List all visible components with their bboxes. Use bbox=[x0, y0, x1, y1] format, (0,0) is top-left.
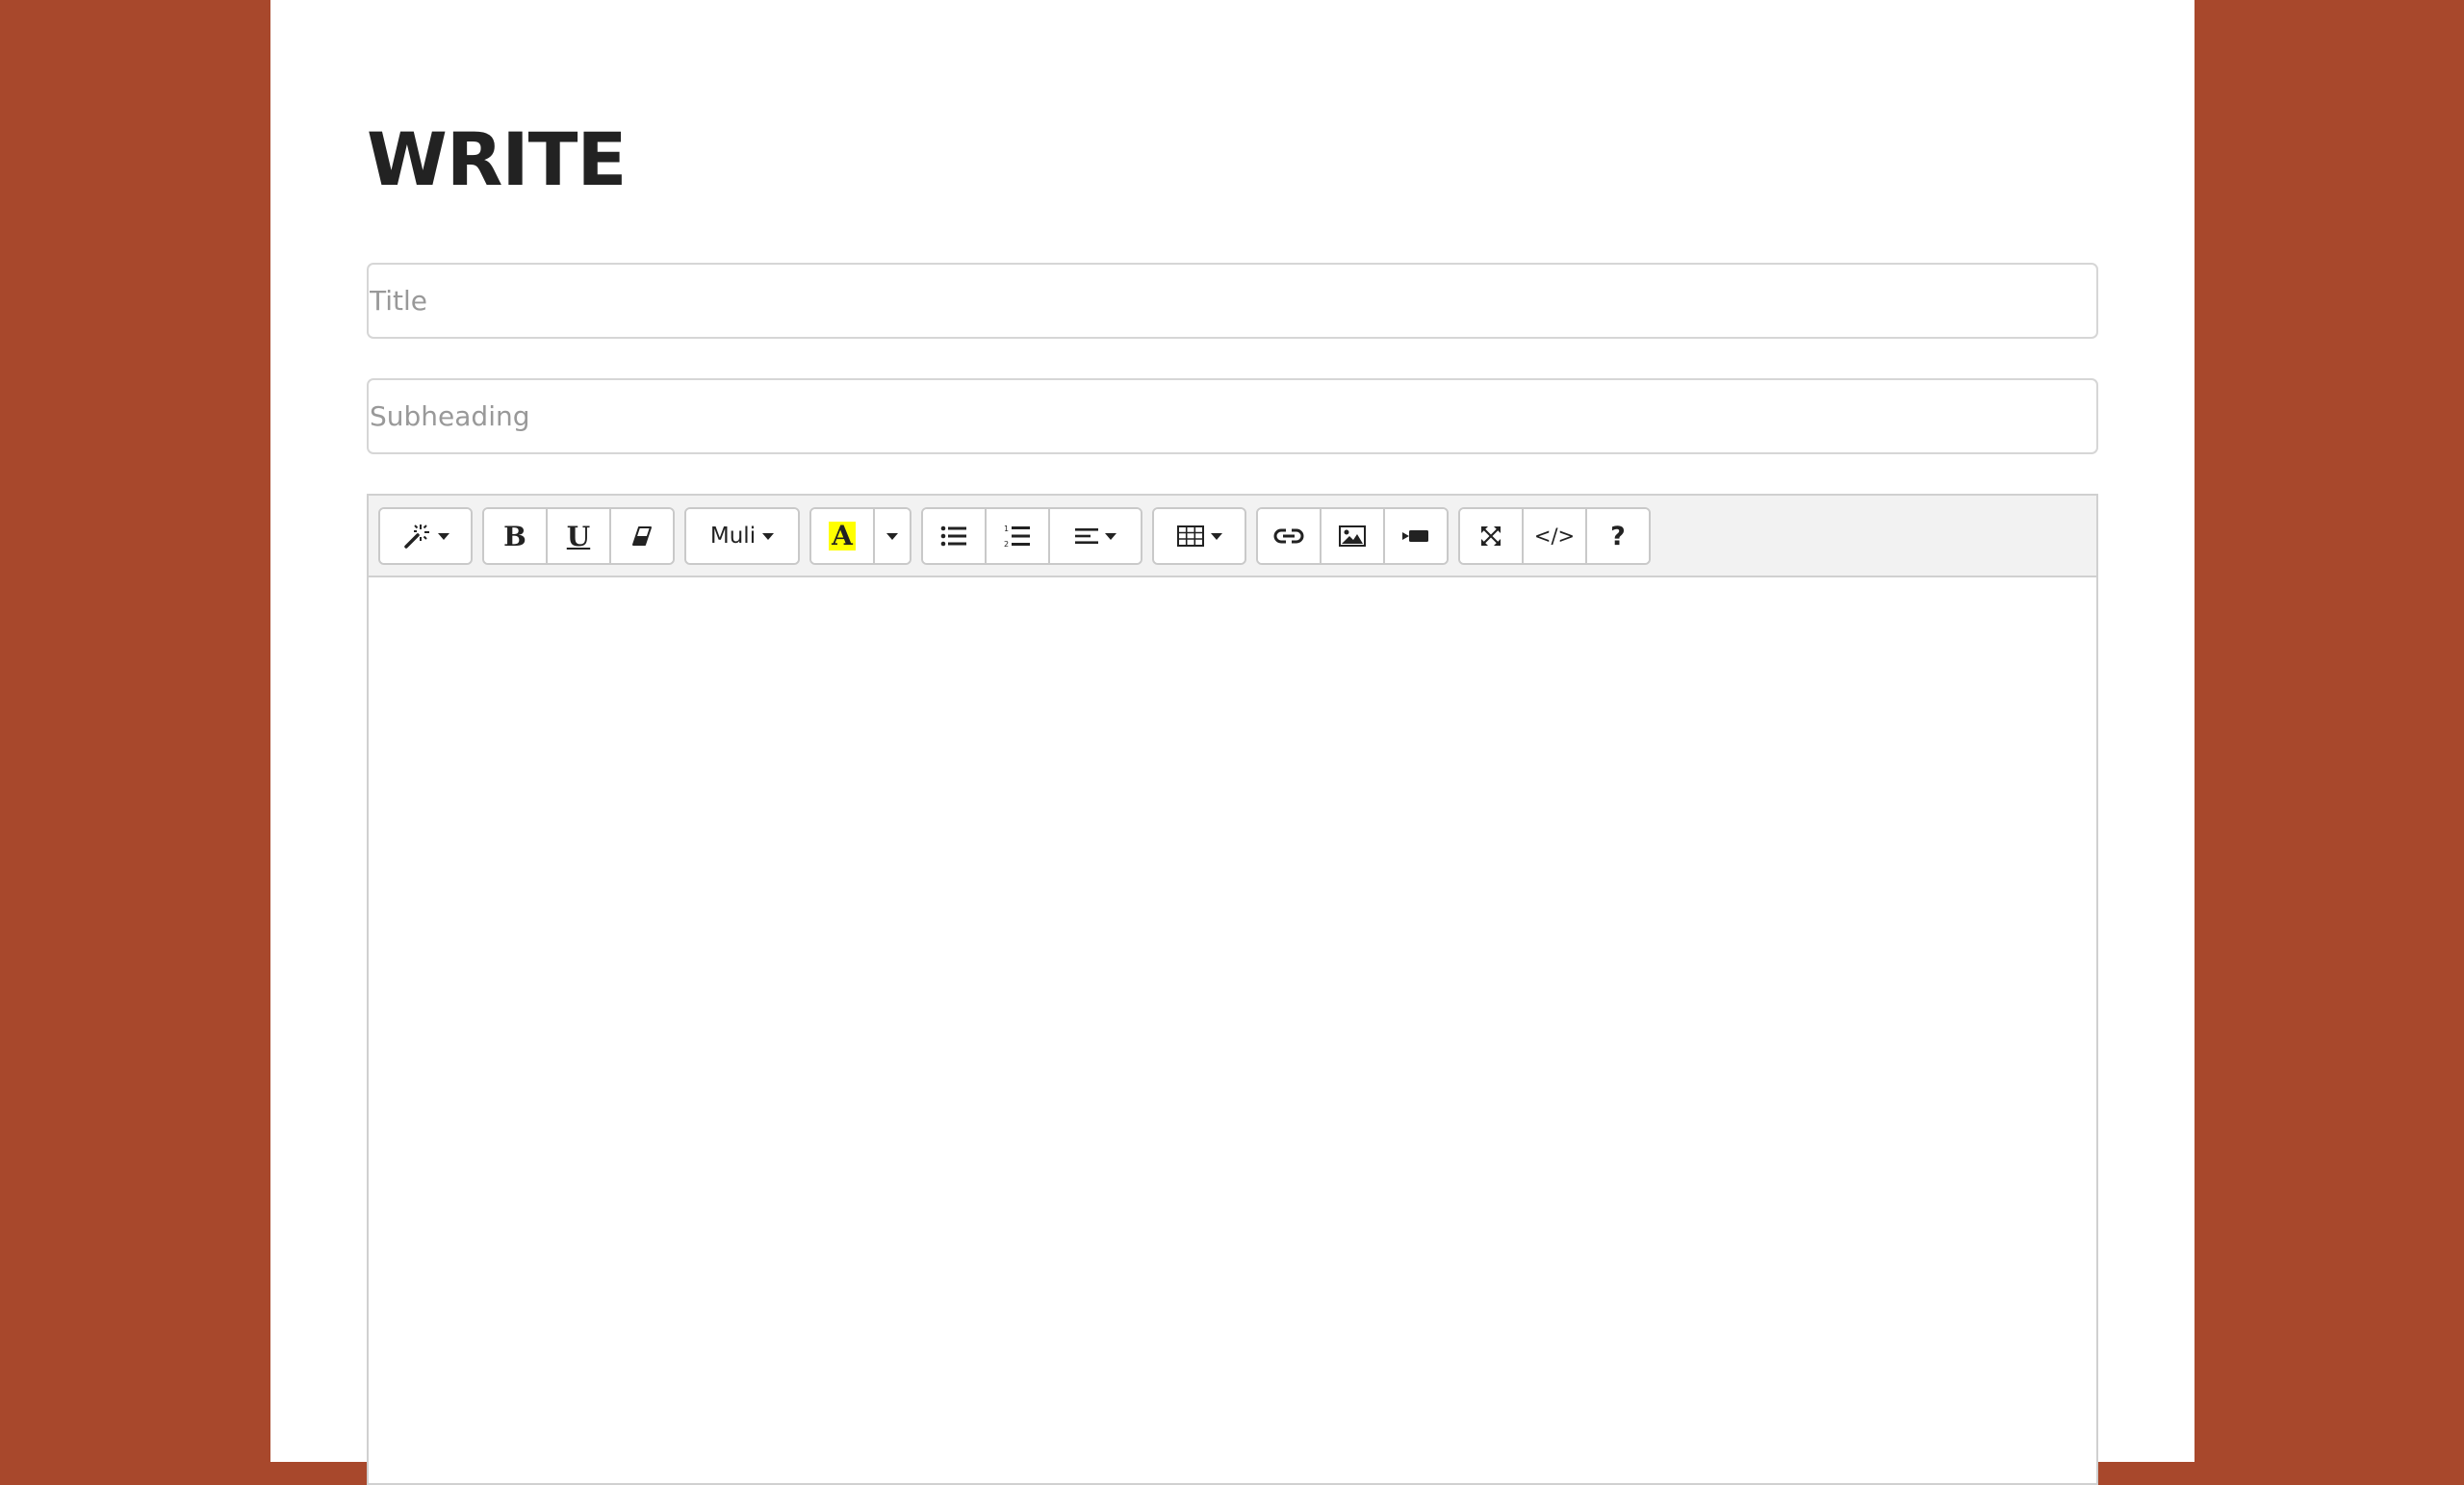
image-icon bbox=[1339, 525, 1366, 547]
font-family-dropdown[interactable]: Muli bbox=[686, 509, 798, 563]
bold-icon: B bbox=[503, 520, 526, 552]
clear-format-button[interactable] bbox=[611, 509, 673, 563]
paragraph-group: 1 2 bbox=[921, 507, 1142, 565]
magic-wand-icon bbox=[402, 522, 431, 550]
highlight-color-icon: A bbox=[829, 522, 856, 550]
svg-text:1: 1 bbox=[1004, 525, 1009, 533]
eraser-icon bbox=[630, 525, 654, 548]
insert-group bbox=[1256, 507, 1449, 565]
subheading-input[interactable] bbox=[367, 378, 2098, 454]
editor-toolbar: B U Muli A 1 2 </> ? bbox=[369, 496, 2096, 577]
color-group: A bbox=[809, 507, 911, 565]
page-container: WRITE Title Subheading B U Muli A 1 2 </… bbox=[270, 0, 2194, 1485]
view-group: </> ? bbox=[1458, 507, 1651, 565]
title-input[interactable] bbox=[367, 263, 2098, 339]
underline-icon: U bbox=[566, 520, 591, 552]
chevron-down-icon bbox=[437, 532, 449, 540]
help-icon: ? bbox=[1610, 521, 1626, 551]
link-icon bbox=[1273, 526, 1304, 546]
table-group bbox=[1152, 507, 1246, 565]
ordered-list-button[interactable]: 1 2 bbox=[987, 509, 1050, 563]
code-view-icon: </> bbox=[1533, 525, 1576, 548]
fullscreen-button[interactable] bbox=[1460, 509, 1524, 563]
chevron-down-icon bbox=[1104, 532, 1116, 540]
font-name-group: Muli bbox=[684, 507, 800, 565]
video-camera-icon bbox=[1402, 528, 1429, 544]
underline-button[interactable]: U bbox=[548, 509, 611, 563]
fullscreen-icon bbox=[1479, 525, 1502, 548]
color-dropdown-button[interactable] bbox=[875, 509, 910, 563]
bold-button[interactable]: B bbox=[484, 509, 548, 563]
insert-picture-button[interactable] bbox=[1322, 509, 1385, 563]
chevron-down-icon bbox=[1210, 532, 1222, 540]
style-dropdown-button[interactable] bbox=[380, 509, 471, 563]
svg-text:2: 2 bbox=[1004, 540, 1009, 549]
font-family-value: Muli bbox=[709, 524, 757, 549]
align-left-icon bbox=[1074, 526, 1098, 546]
font-style-group: B U bbox=[482, 507, 675, 565]
table-dropdown-button[interactable] bbox=[1154, 509, 1245, 563]
paragraph-align-dropdown[interactable] bbox=[1050, 509, 1141, 563]
numbered-list-icon: 1 2 bbox=[1004, 524, 1031, 549]
bullet-list-icon bbox=[940, 525, 967, 548]
chevron-down-icon bbox=[762, 532, 775, 540]
chevron-down-icon bbox=[886, 532, 898, 540]
rich-text-editor: B U Muli A 1 2 </> ? bbox=[367, 494, 2098, 1485]
page-title: WRITE bbox=[367, 116, 627, 202]
code-view-button[interactable]: </> bbox=[1524, 509, 1587, 563]
table-icon bbox=[1176, 525, 1204, 547]
help-button[interactable]: ? bbox=[1587, 509, 1649, 563]
editor-content-area[interactable] bbox=[369, 577, 2096, 1483]
insert-video-button[interactable] bbox=[1385, 509, 1447, 563]
style-group bbox=[378, 507, 473, 565]
highlight-color-button[interactable]: A bbox=[811, 509, 875, 563]
insert-link-button[interactable] bbox=[1258, 509, 1322, 563]
unordered-list-button[interactable] bbox=[923, 509, 987, 563]
